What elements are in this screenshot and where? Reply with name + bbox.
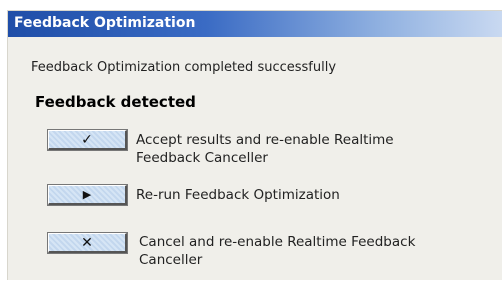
accept-label-line2: Feedback Canceller <box>136 150 268 166</box>
accept-button[interactable]: ✓ <box>47 129 128 151</box>
result-heading: Feedback detected <box>35 93 196 111</box>
checkmark-icon: ✓ <box>81 131 93 148</box>
status-text: Feedback Optimization completed successf… <box>31 60 337 75</box>
rerun-label: Re-run Feedback Optimization <box>136 186 340 204</box>
close-icon: ✕ <box>81 234 93 251</box>
accept-label: Accept results and re-enable Realtime Fe… <box>136 131 394 167</box>
cancel-label-line1: Cancel and re-enable Realtime Feedback <box>139 234 416 250</box>
feedback-optimization-dialog: Feedback Optimization Feedback Optimizat… <box>7 10 502 280</box>
rerun-button[interactable]: ▶ <box>47 184 128 206</box>
title-bar: Feedback Optimization <box>8 11 502 37</box>
cancel-button[interactable]: ✕ <box>47 232 128 254</box>
play-icon: ▶ <box>82 188 92 201</box>
cancel-label: Cancel and re-enable Realtime Feedback C… <box>139 233 415 269</box>
rerun-label-line1: Re-run Feedback Optimization <box>136 187 340 203</box>
cancel-label-line2: Canceller <box>139 252 203 268</box>
window-title: Feedback Optimization <box>14 15 196 31</box>
accept-label-line1: Accept results and re-enable Realtime <box>136 132 394 148</box>
